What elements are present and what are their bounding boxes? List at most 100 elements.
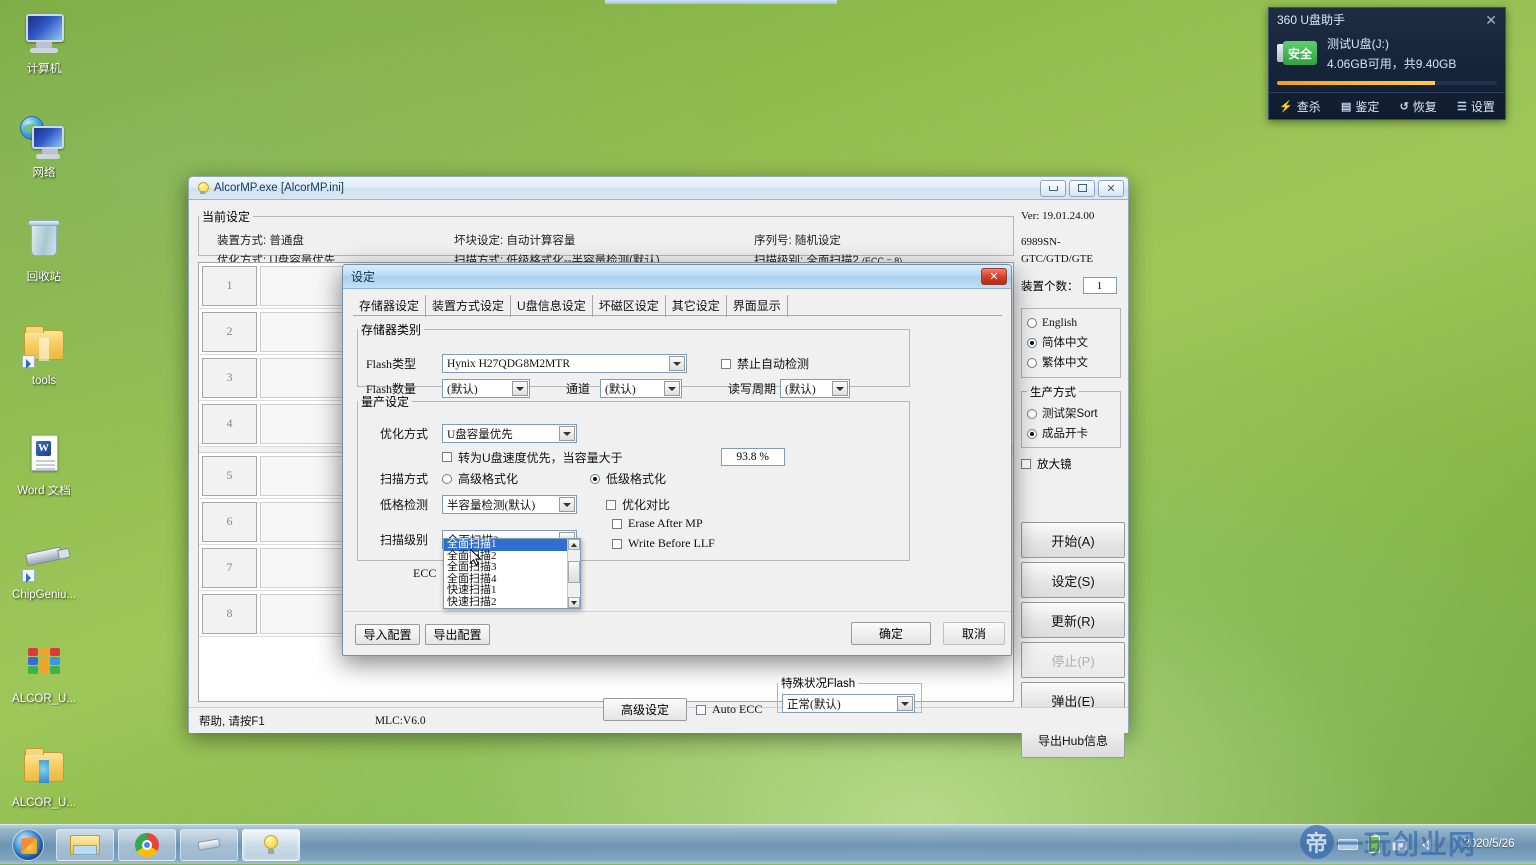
label-device-mode: 装置方式: — [217, 235, 267, 247]
advanced-settings-button[interactable]: 高级设定 — [603, 698, 687, 721]
radio-icon — [1027, 318, 1037, 329]
scan-method-advanced-radio[interactable]: 高级格式化 — [442, 470, 518, 487]
export-config-button[interactable]: 导出配置 — [425, 624, 490, 645]
dropdown-option[interactable]: 全面扫描3 — [444, 561, 567, 574]
taskbar-item-chipgenius[interactable] — [180, 828, 238, 861]
capacity-threshold-input[interactable]: 93.8 % — [720, 448, 785, 466]
production-option-sort[interactable]: 测试架Sort — [1027, 404, 1115, 424]
dropdown-option[interactable]: 快速扫描2 — [444, 596, 567, 609]
lowlevel-detect-select[interactable]: 半容量检测(默认) — [442, 495, 577, 514]
desktop-icon-word-document[interactable]: W Word 文档 — [0, 428, 88, 526]
battery-icon[interactable] — [1365, 833, 1383, 854]
taskbar-item-explorer[interactable] — [56, 828, 114, 861]
chevron-down-icon[interactable] — [897, 696, 913, 711]
update-button[interactable]: 更新(R) — [1021, 602, 1125, 638]
window-titlebar[interactable]: AlcorMP.exe [AlcorMP.ini] ✕ — [189, 177, 1128, 199]
top-edge-strip — [605, 0, 837, 4]
start-button[interactable]: 开始(A) — [1021, 522, 1125, 558]
special-flash-group: 特殊状况Flash 正常(默认) — [777, 675, 922, 713]
word-document-icon: W — [20, 432, 68, 480]
action-scan[interactable]: ⚡ 查杀 — [1279, 98, 1321, 115]
scrollbar-thumb[interactable] — [568, 561, 580, 583]
flash-type-select[interactable]: Hynix H27QDG8M2MTR — [442, 354, 687, 373]
magnifier-checkbox[interactable]: 放大镜 — [1021, 456, 1121, 472]
dropdown-scrollbar[interactable] — [567, 539, 580, 608]
radio-icon — [1027, 428, 1037, 439]
device-count-input[interactable] — [1082, 277, 1117, 295]
tab-other-settings[interactable]: 其它设定 — [666, 295, 727, 317]
dropdown-option[interactable]: 快速扫描1 — [444, 584, 567, 597]
device-name: 测试U盘(J:) — [1327, 37, 1389, 51]
radio-icon — [1027, 408, 1037, 419]
label-bad-block: 坏块设定: — [454, 235, 504, 247]
scan-level-dropdown-list[interactable]: 全面扫描1 全面扫描2 全面扫描3 全面扫描4 快速扫描1 快速扫描2 — [443, 538, 581, 609]
keyboard-icon[interactable] — [1338, 836, 1358, 854]
dialog-close-button[interactable]: ✕ — [981, 268, 1007, 285]
action-settings[interactable]: ☰ 设置 — [1457, 98, 1495, 115]
dialog-title: 设定 — [351, 270, 376, 284]
optimize-mode-select[interactable]: U盘容量优先 — [442, 424, 577, 443]
optimize-compare-checkbox[interactable]: 优化对比 — [606, 496, 670, 513]
tab-ui-display[interactable]: 界面显示 — [727, 295, 788, 317]
disable-autodetect-checkbox[interactable]: 禁止自动检测 — [721, 355, 809, 372]
dropdown-option[interactable]: 全面扫描1 — [444, 538, 567, 551]
action-restore[interactable]: ↺ 恢复 — [1400, 98, 1437, 115]
cancel-button[interactable]: 取消 — [943, 622, 1005, 645]
speed-priority-label: 转为U盘速度优先，当容量大于 — [458, 450, 623, 465]
memory-type-legend: 存储器类别 — [361, 323, 422, 337]
import-config-button[interactable]: 导入配置 — [355, 624, 420, 645]
desktop-icon-label: Word 文档 — [17, 485, 71, 497]
language-option-english[interactable]: English — [1027, 313, 1115, 333]
settings-button[interactable]: 设定(S) — [1021, 562, 1125, 598]
device-count-label: 装置个数： — [1021, 280, 1079, 293]
tab-storage-settings[interactable]: 存储器设定 — [353, 295, 427, 317]
speed-priority-checkbox[interactable]: 转为U盘速度优先，当容量大于 — [442, 449, 623, 466]
taskbar-item-alcormp[interactable] — [242, 828, 300, 861]
dialog-titlebar[interactable]: 设定 ✕ — [343, 265, 1011, 289]
desktop-icon-tools[interactable]: tools — [0, 318, 88, 416]
tab-device-mode-settings[interactable]: 装置方式设定 — [426, 295, 512, 317]
tab-bar: 存储器设定 装置方式设定 U盘信息设定 坏磁区设定 其它设定 界面显示 — [353, 295, 788, 317]
desktop-icon-recycle-bin[interactable]: 回收站 — [0, 214, 88, 312]
desktop-icon-computer[interactable]: 计算机 — [0, 6, 88, 104]
production-mode-legend: 生产方式 — [1030, 386, 1076, 399]
scroll-up-icon[interactable] — [568, 539, 580, 550]
auto-ecc-checkbox[interactable]: Auto ECC — [696, 702, 762, 717]
special-flash-select[interactable]: 正常(默认) — [782, 694, 915, 713]
volume-icon[interactable] — [1419, 836, 1437, 854]
tab-udisk-info-settings[interactable]: U盘信息设定 — [511, 295, 593, 317]
production-label: 测试架Sort — [1042, 407, 1098, 420]
tab-bad-sector-settings[interactable]: 坏磁区设定 — [593, 295, 666, 317]
language-option-simplified[interactable]: 简体中文 — [1027, 333, 1115, 353]
desktop-icon-chipgenius[interactable]: ChipGeniu... — [0, 532, 88, 630]
status-mlc-text: MLC:V6.0 — [374, 714, 426, 727]
erase-after-mp-checkbox[interactable]: Erase After MP — [612, 516, 703, 531]
folder-explorer-icon — [70, 833, 100, 857]
ok-button[interactable]: 确定 — [851, 622, 931, 645]
maximize-button[interactable] — [1069, 179, 1095, 197]
usb-shortcut-icon — [20, 536, 68, 584]
winrar-archive-icon — [20, 640, 68, 688]
taskbar-item-chrome[interactable] — [118, 828, 176, 861]
language-option-traditional[interactable]: 繁体中文 — [1027, 353, 1115, 373]
close-button[interactable]: ✕ — [1098, 179, 1124, 197]
taskbar-clock[interactable]: 2020/5/26 — [1446, 837, 1532, 851]
scan-method-lowlevel-radio[interactable]: 低级格式化 — [590, 470, 666, 487]
widget-actions: ⚡ 查杀 ▤ 鉴定 ↺ 恢复 ☰ 设置 — [1269, 91, 1505, 120]
close-icon[interactable]: ✕ — [1485, 13, 1497, 27]
scroll-down-icon[interactable] — [568, 597, 580, 608]
write-before-llf-checkbox[interactable]: Write Before LLF — [612, 536, 715, 551]
chevron-down-icon[interactable] — [669, 356, 685, 371]
desktop-icon-alcor-archive[interactable]: ALCOR_U... — [0, 636, 88, 734]
desktop-icon-network[interactable]: 网络 — [0, 110, 88, 208]
chevron-down-icon[interactable] — [559, 497, 575, 512]
network-icon[interactable] — [1392, 836, 1410, 854]
minimize-button[interactable] — [1040, 179, 1066, 197]
action-identify[interactable]: ▤ 鉴定 — [1341, 98, 1379, 115]
auto-ecc-label: Auto ECC — [712, 702, 763, 716]
start-button[interactable] — [2, 827, 54, 863]
chevron-down-icon[interactable] — [559, 426, 575, 441]
production-option-finished[interactable]: 成品开卡 — [1027, 424, 1115, 444]
info-panel: Ver: 19.01.24.00 6989SN-GTC/GTD/GTE 装置个数… — [1021, 208, 1121, 472]
checkbox-icon — [612, 518, 622, 529]
